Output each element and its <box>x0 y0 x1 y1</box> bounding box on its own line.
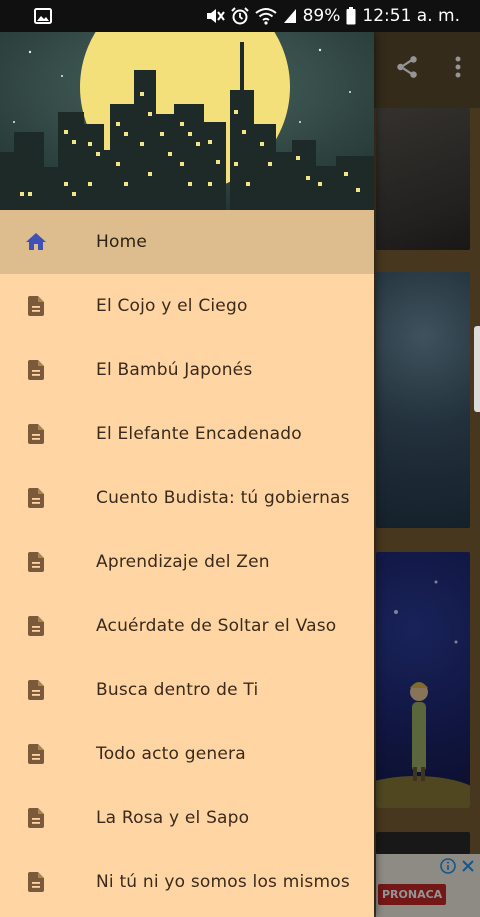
nav-item-ni-tu-ni-yo-somos-los-mismos[interactable]: Ni tú ni yo somos los mismos <box>0 850 374 914</box>
document-icon <box>24 614 48 638</box>
nav-item-el-elefante-encadenado[interactable]: El Elefante Encadenado <box>0 402 374 466</box>
nav-item-label: El Cojo y el Ciego <box>96 296 248 316</box>
nav-item-cuento-budista[interactable]: Cuento Budista: tú gobiernas <box>0 466 374 530</box>
mute-icon <box>205 7 225 25</box>
battery-icon <box>346 7 356 25</box>
gallery-icon <box>34 8 52 28</box>
nav-item-todo-acto-genera[interactable]: Todo acto genera <box>0 722 374 786</box>
drawer-scrim[interactable] <box>374 32 480 917</box>
document-icon <box>24 678 48 702</box>
document-icon <box>24 742 48 766</box>
status-bar: 89% 12:51 a. m. <box>0 0 480 32</box>
edge-scroll-handle[interactable] <box>474 326 480 412</box>
nav-item-home[interactable]: Home <box>0 210 374 274</box>
document-icon <box>24 870 48 894</box>
drawer-header-image <box>0 32 374 210</box>
document-icon <box>24 294 48 318</box>
nav-item-label: El Bambú Japonés <box>96 360 253 380</box>
nav-item-el-cojo-y-el-ciego[interactable]: El Cojo y el Ciego <box>0 274 374 338</box>
document-icon <box>24 806 48 830</box>
nav-item-la-rosa-y-el-sapo[interactable]: La Rosa y el Sapo <box>0 786 374 850</box>
nav-item-label: Todo acto genera <box>96 744 246 764</box>
clock: 12:51 a. m. <box>362 6 460 26</box>
nav-menu: Home El Cojo y el Ciego El Bambú Japonés… <box>0 210 374 914</box>
nav-item-label: Cuento Budista: tú gobiernas <box>96 488 350 508</box>
document-icon <box>24 358 48 382</box>
alarm-icon <box>230 7 249 25</box>
city-skyline-illustration <box>0 32 374 210</box>
document-icon <box>24 422 48 446</box>
battery-percent: 89% <box>302 6 341 26</box>
home-icon <box>24 230 48 254</box>
nav-item-label: Ni tú ni yo somos los mismos <box>96 872 350 892</box>
nav-item-label: La Rosa y el Sapo <box>96 808 250 828</box>
nav-item-acuerdate-de-soltar-el-vaso[interactable]: Acuérdate de Soltar el Vaso <box>0 594 374 658</box>
document-icon <box>24 550 48 574</box>
navigation-drawer: Home El Cojo y el Ciego El Bambú Japonés… <box>0 32 374 917</box>
nav-item-label: El Elefante Encadenado <box>96 424 302 444</box>
nav-item-label: Acuérdate de Soltar el Vaso <box>96 616 337 636</box>
nav-item-label: Busca dentro de Ti <box>96 680 259 700</box>
nav-item-label: Home <box>96 232 148 252</box>
nav-item-el-bambu-japones[interactable]: El Bambú Japonés <box>0 338 374 402</box>
document-icon <box>24 486 48 510</box>
nav-item-aprendizaje-del-zen[interactable]: Aprendizaje del Zen <box>0 530 374 594</box>
nav-item-label: Aprendizaje del Zen <box>96 552 270 572</box>
nav-item-busca-dentro-de-ti[interactable]: Busca dentro de Ti <box>0 658 374 722</box>
wifi-icon <box>254 7 277 25</box>
signal-icon <box>283 8 297 24</box>
